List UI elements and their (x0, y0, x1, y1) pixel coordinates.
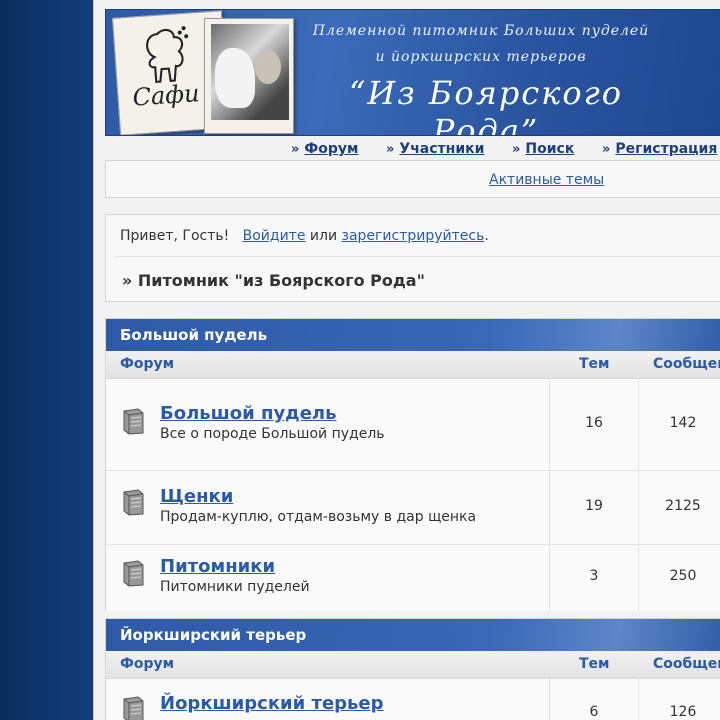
nav-item-register[interactable]: » Регистрация (602, 141, 717, 157)
double-chevron-icon: » (386, 142, 395, 157)
divider (114, 256, 720, 257)
forum-row[interactable]: Большой пудель Все о породе Большой пуде… (106, 379, 720, 471)
double-chevron-icon: » (291, 142, 300, 157)
posts-count: 250 (669, 568, 697, 584)
column-header-row: Форум Тем Сообщений (106, 651, 720, 679)
banner-tagline: Племенной питомник Больших пуделей и йор… (301, 18, 661, 70)
forum-title-link[interactable]: Питомники (160, 556, 275, 577)
login-link[interactable]: Войдите (243, 228, 306, 244)
nav-item-label: Регистрация (615, 141, 718, 157)
posts-count: 2125 (665, 498, 701, 514)
double-chevron-icon: » (602, 142, 611, 157)
category-block: Большой пудель Форум Тем Сообщений Больш… (105, 318, 720, 611)
greeting-text: Привет, Гость! (120, 228, 230, 244)
posts-count: 126 (669, 704, 697, 720)
topics-count: 19 (585, 498, 603, 514)
column-posts: Сообщений (653, 356, 720, 372)
nav-item-label: Форум (304, 141, 359, 157)
topics-count: 6 (589, 704, 599, 720)
welcome-panel: Привет, Гость! Войдите или зарегистрируй… (105, 214, 720, 302)
greeting-line: Привет, Гость! Войдите или зарегистрируй… (120, 228, 489, 244)
site-banner[interactable]: Сафи Племенной питомник Больших пуделей … (105, 9, 720, 136)
banner-brand: “Из Боярского Рода” (348, 74, 624, 136)
category-block: Йоркширский терьер Форум Тем Сообщений Й… (105, 618, 720, 720)
active-topics-link[interactable]: Активные темы (489, 172, 604, 188)
category-title[interactable]: Йоркширский терьер (120, 626, 306, 644)
forum-description: Продам-куплю, отдам-возьму в дар щенка (160, 509, 477, 525)
posts-count: 142 (669, 415, 697, 431)
nav-item-forum[interactable]: » Форум (291, 141, 359, 157)
book-icon (123, 560, 144, 587)
forum-row[interactable]: Питомники Питомники пуделей 3 250 (106, 545, 720, 611)
forum-description: Все о породе Большой пудель (160, 426, 385, 442)
child-face-image (255, 50, 281, 84)
forum-row[interactable]: Щенки Продам-куплю, отдам-возьму в дар щ… (106, 471, 720, 545)
column-forum: Форум (120, 656, 175, 672)
topics-count: 3 (589, 568, 599, 584)
forum-title-link[interactable]: Большой пудель (160, 403, 337, 424)
column-posts: Сообщений (653, 656, 720, 672)
column-forum: Форум (120, 356, 175, 372)
column-topics: Тем (579, 656, 610, 672)
active-topics-bar: Активные темы (105, 160, 720, 198)
register-link[interactable]: зарегистрируйтесь (342, 228, 485, 244)
tagline-line-1: Племенной питомник Больших пуделей (312, 23, 650, 39)
book-icon (123, 696, 144, 720)
book-icon (123, 489, 144, 516)
forum-row[interactable]: Йоркширский терьер 6 126 (106, 679, 720, 720)
nav-item-label: Участники (399, 141, 485, 157)
category-header: Большой пудель (106, 319, 720, 351)
nav-item-label: Поиск (525, 141, 575, 157)
page: Сафи Племенной питомник Больших пуделей … (93, 0, 720, 720)
column-topics: Тем (579, 356, 610, 372)
logo-text: Сафи (131, 79, 201, 112)
column-header-row: Форум Тем Сообщений (106, 351, 720, 379)
forum-description: Питомники пуделей (160, 579, 310, 595)
category-header: Йоркширский терьер (106, 619, 720, 651)
book-icon (123, 408, 144, 435)
tagline-line-2: и йоркширских терьеров (375, 49, 587, 65)
left-background-strip (0, 0, 93, 720)
forum-title-link[interactable]: Щенки (160, 486, 233, 507)
white-dog-image (215, 48, 255, 108)
main-nav: » Форум » Участники » Поиск » Регистрация (105, 138, 720, 160)
banner-photo (204, 18, 294, 134)
double-chevron-icon: » (512, 142, 521, 157)
period-text: . (484, 228, 489, 244)
or-text: или (309, 228, 338, 244)
forum-title-link[interactable]: Йоркширский терьер (160, 693, 384, 714)
topics-count: 16 (585, 415, 603, 431)
nav-item-search[interactable]: » Поиск (512, 141, 574, 157)
breadcrumb[interactable]: » Питомник "из Боярского Рода" (122, 271, 425, 290)
nav-item-members[interactable]: » Участники (386, 141, 484, 157)
category-title[interactable]: Большой пудель (120, 326, 267, 344)
